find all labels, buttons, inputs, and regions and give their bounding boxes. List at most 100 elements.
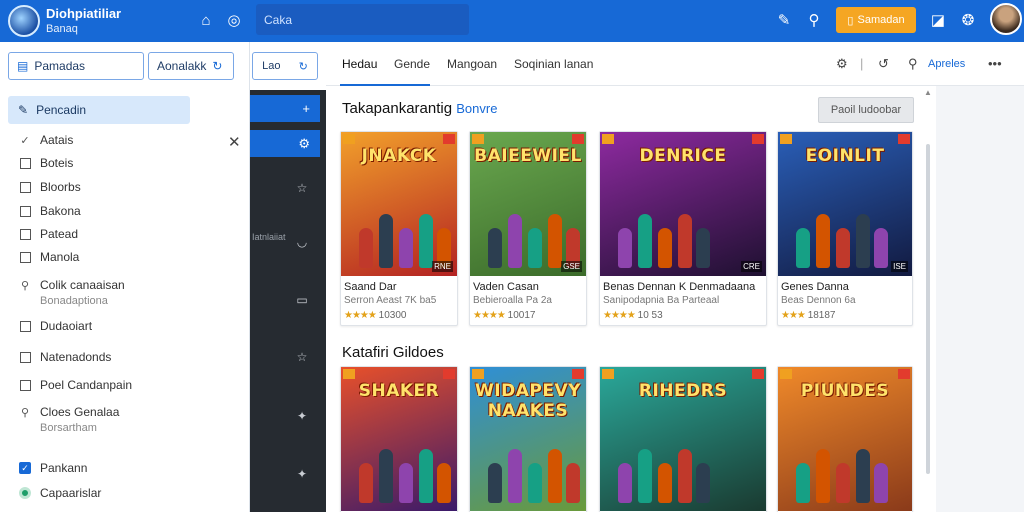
rail-add-button[interactable]: + — [250, 95, 320, 122]
badge-icon — [472, 134, 484, 144]
game-cover-title: RIHEDRS — [638, 381, 728, 401]
character-figure — [638, 214, 652, 268]
sidebar-item-label: Colik canaaisan Bonadaptiona — [40, 278, 125, 307]
game-meta: Beas Dennon 6a — [781, 295, 856, 306]
game-cover-title: SHAKER — [358, 381, 440, 401]
sidebar-field-left[interactable]: ▤ Pamadas — [8, 52, 144, 80]
game-card[interactable]: RIHEDRSGaldonalk Noka 101 — [599, 366, 767, 512]
pin-icon: ⚲ — [20, 279, 30, 292]
star-rating-icon: ★★★ — [781, 310, 806, 321]
rating-count: 10 53 — [637, 310, 663, 321]
scrollbar[interactable] — [926, 144, 930, 474]
sidebar-item[interactable]: Boteis — [18, 156, 73, 170]
game-cover-image: EOINLIT ISE — [778, 132, 912, 276]
notification-icon[interactable]: ◪ — [928, 10, 948, 30]
tab-genre[interactable]: Gende — [394, 57, 430, 71]
sidebar-item-label: Pankann — [40, 461, 88, 475]
sidebar-item[interactable]: ⚲ Cloes Genalaa Borsartham — [18, 405, 119, 434]
cover-corner-label: CRE — [741, 261, 762, 272]
sidebar-field-right[interactable]: Aonalakk ↻ — [148, 52, 234, 80]
apps-link[interactable]: Apreles — [928, 58, 965, 70]
character-figure — [836, 463, 850, 503]
badge-icon — [780, 134, 792, 144]
game-card[interactable]: DENRICE CRE Benas Dennan K Denmadaana Sanip… — [599, 131, 767, 326]
game-cover-title: PIUNDES — [800, 381, 890, 401]
sidebar-active-label: Pencadin — [36, 103, 87, 117]
checkbox-icon — [18, 378, 32, 392]
sidebar-item[interactable]: Bakona — [18, 204, 81, 218]
refresh-icon[interactable]: ↺ — [878, 56, 889, 72]
game-card[interactable]: BAIEEWIEL GSE Vaden Casan Bebieroalla Pa 2a… — [469, 131, 587, 326]
scroll-up-icon[interactable]: ▲ — [924, 88, 932, 97]
star-icon[interactable]: ☆ — [294, 180, 310, 196]
top-bar: Diohpiatiliar Banaq ⌂ ◎ Caka ✎ ⚲ ▯ Samad… — [0, 0, 1024, 42]
sidebar-item[interactable]: Poel Candanpain — [18, 378, 132, 392]
signin-button[interactable]: ▯ Samadan — [836, 7, 916, 33]
game-card[interactable]: SHAKERGahank Fanra Caan — [340, 366, 458, 512]
sidebar-item[interactable]: Manola — [18, 250, 79, 264]
game-card[interactable]: JNAKCK RNE Saand Dar Serron Aeast 7K ba5 ★★★… — [340, 131, 458, 326]
star-rating-icon: ★★★★ — [473, 310, 506, 321]
game-card[interactable]: WIDAPEVY NAAKESBolines Co — [469, 366, 587, 512]
character-figure — [816, 214, 830, 268]
power-icon[interactable]: ◡ — [294, 234, 310, 250]
game-card[interactable]: PIUNDESSulloc Caluno — [777, 366, 913, 512]
character-figure — [419, 449, 433, 503]
tab-manga[interactable]: Mangoan — [447, 57, 497, 71]
character-figure — [796, 463, 810, 503]
plus-icon[interactable]: ✦ — [294, 408, 310, 424]
cover-corner-label: GSE — [561, 261, 582, 272]
star-rating-icon: ★★★★ — [603, 310, 636, 321]
avatar[interactable] — [990, 3, 1022, 35]
tab-soon[interactable]: Soqinian lanan — [514, 57, 593, 71]
settings-icon[interactable]: ⚙ — [836, 56, 848, 72]
character-figure — [796, 228, 810, 268]
sidebar-item[interactable]: ✓ Aatais — [18, 133, 73, 147]
home-icon[interactable]: ⌂ — [196, 10, 216, 30]
close-icon[interactable]: ✕ — [228, 133, 241, 151]
character-figure — [437, 463, 451, 503]
sidebar-item[interactable]: ⚲ Colik canaaisan Bonadaptiona — [18, 278, 125, 307]
badge-icon — [602, 134, 614, 144]
section-link[interactable]: Bonvre — [456, 101, 497, 116]
sidebar-item[interactable]: ✓ Pankann — [18, 461, 87, 475]
more-icon[interactable]: ••• — [988, 56, 1002, 71]
rail-field[interactable]: Lao ↻ — [252, 52, 318, 80]
sidebar-item[interactable]: Capaarislar — [18, 486, 101, 500]
settings-icon[interactable]: ◎ — [224, 10, 244, 30]
search-icon[interactable]: ⚲ — [804, 10, 824, 30]
help-icon[interactable]: ❂ — [958, 10, 978, 30]
pen-icon[interactable]: ✎ — [774, 10, 794, 30]
sidebar-item-sub: Borsartham — [40, 422, 97, 434]
tab-home[interactable]: Hedau — [342, 57, 377, 71]
search-icon[interactable]: ⚲ — [908, 56, 918, 72]
sidebar-item[interactable]: Dudaoiart — [18, 319, 92, 333]
game-cover-title: EOINLIT — [805, 146, 885, 166]
badge-icon — [572, 369, 584, 379]
game-cover-title: DENRICE — [639, 146, 727, 166]
star-icon[interactable]: ☆ — [294, 349, 310, 365]
sidebar-item-label: Dudaoiart — [40, 319, 93, 333]
character-figure — [548, 214, 562, 268]
search-input[interactable]: Caka — [256, 4, 469, 35]
sidebar-item[interactable]: Patead — [18, 227, 78, 241]
checkbox-icon — [18, 350, 32, 364]
character-figure — [399, 228, 413, 268]
rail-settings-button[interactable]: ⚙ — [250, 130, 320, 157]
section-title-text: Takapankarantig — [342, 100, 453, 117]
game-card[interactable]: EOINLIT ISE Genes Danna Beas Dennon 6a ★★★ 1… — [777, 131, 913, 326]
cover-corner-label: RNE — [432, 261, 453, 272]
badge-icon — [443, 369, 455, 379]
character-figure — [658, 463, 672, 503]
checkbox-icon — [18, 156, 32, 170]
signin-label: Samadan — [857, 14, 905, 26]
sidebar-item-active[interactable]: ✎ Pencadin — [8, 96, 190, 124]
badge-icon — [443, 134, 455, 144]
folder-icon[interactable]: ▭ — [294, 292, 310, 308]
section-button[interactable]: Paoil ludoobar — [818, 97, 914, 123]
plus-icon[interactable]: ✦ — [294, 466, 310, 482]
checked-box-icon: ✓ — [18, 461, 32, 475]
sidebar-item[interactable]: Bloorbs — [18, 180, 81, 194]
character-figure — [618, 463, 632, 503]
sidebar-item[interactable]: Natenadonds — [18, 350, 111, 364]
